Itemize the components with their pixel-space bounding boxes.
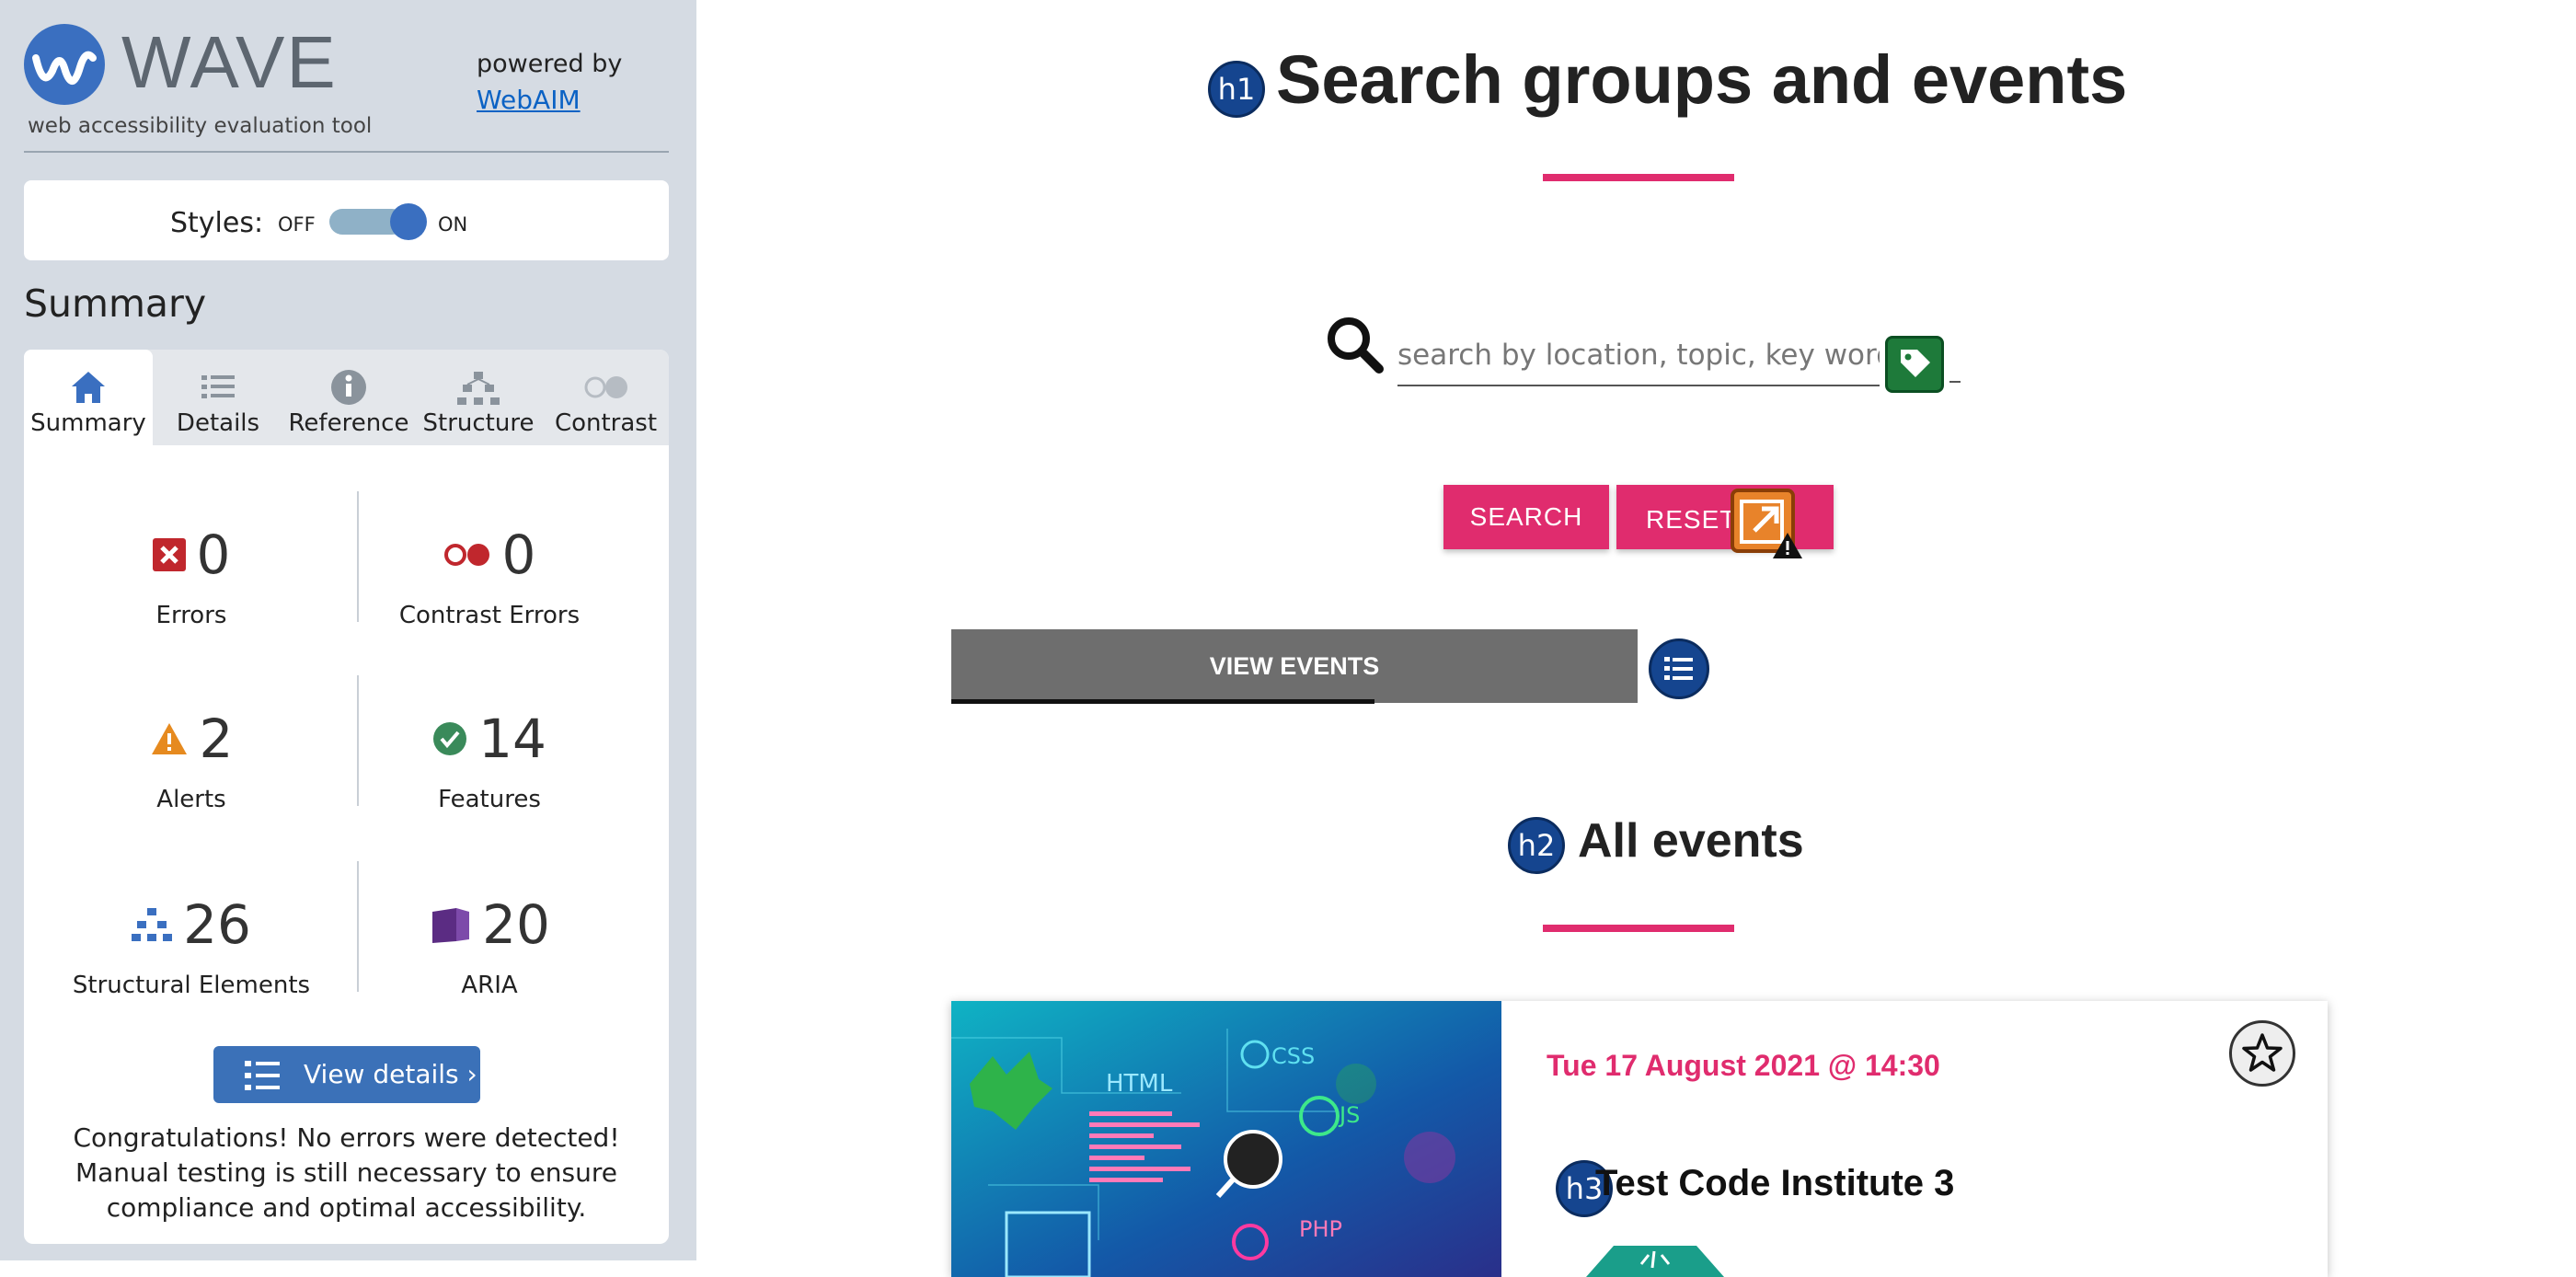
- styles-label: Styles:: [170, 207, 264, 239]
- structure-icon: [457, 372, 500, 405]
- event-logo-icon: [1586, 1246, 1724, 1277]
- home-icon: [72, 372, 105, 403]
- css-label: CSS: [1271, 1043, 1315, 1069]
- summary-heading: Summary: [24, 282, 207, 326]
- event-card[interactable]: HTML CSS JS PHP Tue 17 August 2021 @ 14:…: [951, 1001, 2328, 1277]
- input-end-marker: [1949, 381, 1961, 383]
- features-count: 14: [478, 708, 546, 770]
- aria-count: 20: [482, 893, 550, 956]
- errors-label: Errors: [155, 602, 227, 629]
- aria-icon: [432, 908, 470, 943]
- alerts-count: 2: [199, 708, 234, 770]
- feature-icon: [433, 722, 467, 755]
- reset-label: RESET: [1646, 505, 1737, 534]
- tab-reference-label: Reference: [288, 409, 409, 437]
- tab-summary-label: Summary: [30, 409, 146, 437]
- tab-structure-label: Structure: [422, 409, 535, 437]
- structural-label: Structural Elements: [72, 972, 311, 999]
- section-heading-all-events: All events: [1578, 814, 1804, 868]
- webaim-link[interactable]: WebAIM: [477, 87, 581, 113]
- h2-badge-icon[interactable]: h2: [1508, 817, 1565, 874]
- star-icon: [2242, 1033, 2283, 1072]
- stat-errors[interactable]: 0 Errors: [44, 528, 339, 629]
- contrast-icon: [584, 376, 627, 398]
- wave-tagline: web accessibility evaluation tool: [28, 114, 373, 138]
- section-underline: [1543, 925, 1734, 932]
- stat-structural-elements[interactable]: 26 Structural Elements: [44, 898, 339, 999]
- contrast-errors-count: 0: [501, 523, 536, 586]
- link-alert-icon[interactable]: [1731, 489, 1802, 558]
- header-divider: [24, 151, 669, 153]
- structural-count: 26: [183, 893, 251, 956]
- tag-label-icon[interactable]: [1885, 336, 1944, 393]
- page-title: Search groups and events: [1276, 41, 2128, 118]
- info-icon: [331, 370, 366, 405]
- js-label: JS: [1338, 1102, 1360, 1128]
- view-details-label: View details ›: [304, 1059, 477, 1089]
- search-input[interactable]: search by location, topic, key words...: [1397, 339, 1880, 386]
- powered-by-label: powered by: [477, 50, 623, 78]
- stat-alerts[interactable]: 2 Alerts: [44, 712, 339, 813]
- tab-contrast[interactable]: Contrast: [543, 350, 669, 445]
- stat-features[interactable]: 14 Features: [342, 712, 637, 813]
- error-icon: [152, 538, 186, 571]
- tab-details[interactable]: Details: [153, 350, 283, 445]
- stat-contrast-errors[interactable]: 0 Contrast Errors: [342, 528, 637, 629]
- tab-bar: Summary Details Reference Structure Cont…: [24, 350, 669, 445]
- structure-icon: [132, 908, 173, 941]
- view-events-tab[interactable]: VIEW EVENTS: [951, 629, 1638, 703]
- contrast-errors-label: Contrast Errors: [398, 602, 581, 629]
- title-underline: [1543, 174, 1734, 181]
- styles-toggle-card: Styles: OFF ON: [24, 180, 669, 260]
- h1-badge-icon[interactable]: h1: [1208, 61, 1265, 118]
- styles-off-label: OFF: [278, 213, 316, 236]
- summary-panel: Summary Details Reference Structure Cont…: [24, 350, 669, 1244]
- alerts-label: Alerts: [156, 786, 226, 813]
- aria-label: ARIA: [461, 972, 518, 999]
- features-label: Features: [438, 786, 541, 813]
- tab-structure[interactable]: Structure: [414, 350, 543, 445]
- view-events-progress: [951, 699, 1374, 704]
- list-badge-icon[interactable]: [1649, 638, 1709, 699]
- congratulations-message: Congratulations! No errors were detected…: [73, 1122, 620, 1223]
- styles-toggle-knob[interactable]: [390, 203, 427, 240]
- wave-logo-icon: [24, 24, 105, 105]
- page-content: h1 Search groups and events search by lo…: [696, 0, 2576, 1277]
- tab-details-label: Details: [176, 409, 260, 437]
- stat-aria[interactable]: 20 ARIA: [342, 898, 637, 999]
- wave-wordmark: WAVE: [121, 21, 338, 103]
- event-title[interactable]: Test Code Institute 3: [1595, 1163, 1954, 1204]
- styles-on-label: ON: [438, 213, 468, 236]
- php-label: PHP: [1299, 1216, 1342, 1242]
- errors-count: 0: [196, 523, 231, 586]
- tab-contrast-label: Contrast: [554, 409, 658, 437]
- alert-icon: [151, 723, 187, 754]
- wave-sidebar: WAVE web accessibility evaluation tool p…: [0, 0, 696, 1260]
- search-button[interactable]: SEARCH: [1443, 485, 1609, 549]
- event-image: HTML CSS JS PHP: [951, 1001, 1501, 1277]
- view-details-button[interactable]: View details ›: [213, 1046, 480, 1103]
- list-icon: [201, 375, 235, 398]
- search-icon: [1328, 317, 1384, 374]
- tab-reference[interactable]: Reference: [283, 350, 414, 445]
- tab-summary[interactable]: Summary: [24, 350, 153, 445]
- contrast-error-icon: [443, 544, 489, 566]
- list-icon: [245, 1061, 280, 1090]
- favorite-star-button[interactable]: [2229, 1020, 2295, 1087]
- html-label: HTML: [1106, 1070, 1173, 1098]
- event-date: Tue 17 August 2021 @ 14:30: [1547, 1049, 1940, 1082]
